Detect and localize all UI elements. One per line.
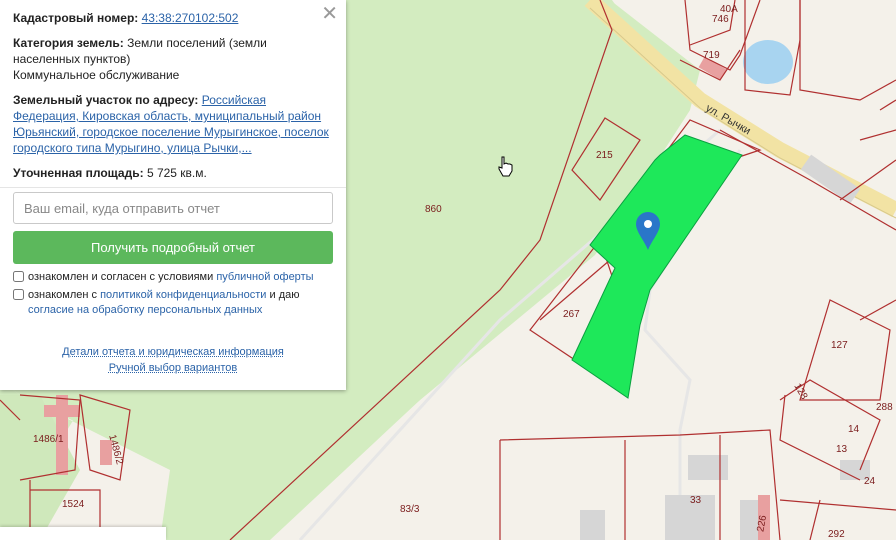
personal-data-consent-link[interactable]: согласие на обработку персональных данны…: [28, 304, 262, 316]
consent-privacy: ознакомлен с политикой конфиденциальност…: [13, 288, 333, 318]
email-input[interactable]: [13, 192, 333, 224]
building-colored: [44, 405, 80, 417]
plot-label: 267: [563, 309, 580, 320]
plot-label: 1486/1: [33, 434, 64, 445]
get-report-button[interactable]: Получить подробный отчет: [13, 231, 333, 264]
usage-value: Коммунальное обслуживание: [13, 68, 180, 82]
area-label: Уточненная площадь:: [13, 166, 144, 180]
address-label: Земельный участок по адресу:: [13, 93, 199, 107]
report-details-link[interactable]: Детали отчета и юридическая информация: [62, 346, 284, 358]
consent-offer-checkbox[interactable]: [13, 271, 24, 282]
plot-label: 14: [848, 424, 860, 435]
category-label: Категория земель:: [13, 36, 124, 50]
consent-offer-text: ознакомлен и согласен с условиями публич…: [28, 271, 314, 283]
hand-cursor-icon: [498, 156, 513, 177]
plot-label: 746: [712, 14, 729, 25]
plot-label: 127: [831, 340, 848, 351]
plot-label: 215: [596, 150, 613, 161]
building: [580, 510, 605, 540]
plot-label: 13: [836, 444, 848, 455]
consent-offer: ознакомлен и согласен с условиями публич…: [13, 270, 333, 285]
info-panel: ✕ Кадастровый номер: 43:38:270102:502 Ка…: [0, 0, 346, 390]
plot-label: 24: [864, 476, 876, 487]
bottom-links: Детали отчета и юридическая информация Р…: [13, 344, 333, 376]
privacy-policy-link[interactable]: политикой конфиденциальности: [100, 289, 266, 301]
plot-label: 860: [425, 204, 442, 215]
plot-label: 288: [876, 402, 893, 413]
cadastral-row: Кадастровый номер: 43:38:270102:502: [13, 10, 333, 26]
address-row: Земельный участок по адресу: Российская …: [13, 92, 333, 156]
consent-privacy-checkbox[interactable]: [13, 289, 24, 300]
plot-label: 719: [703, 50, 720, 61]
pond: [743, 40, 793, 84]
public-offer-link[interactable]: публичной оферты: [216, 271, 313, 283]
cadastral-number-link[interactable]: 43:38:270102:502: [142, 11, 239, 25]
scale-bar-area: [0, 527, 166, 540]
plot-label: 40А: [720, 4, 738, 15]
plot-label: 33: [690, 495, 702, 506]
plot-label: 292: [828, 529, 845, 540]
category-row: Категория земель: Земли поселений (земли…: [13, 35, 333, 83]
plot-label: 83/3: [400, 504, 420, 515]
manual-selection-link[interactable]: Ручной выбор вариантов: [109, 362, 237, 374]
consent-privacy-text: ознакомлен с политикой конфиденциальност…: [28, 289, 300, 316]
cadastral-label: Кадастровый номер:: [13, 11, 139, 25]
area-value: 5 725 кв.м.: [146, 166, 207, 180]
area-row: Уточненная площадь: 5 725 кв.м.: [13, 165, 333, 181]
close-icon[interactable]: ✕: [321, 4, 338, 24]
plot-label: 1524: [62, 499, 85, 510]
building: [688, 455, 728, 480]
